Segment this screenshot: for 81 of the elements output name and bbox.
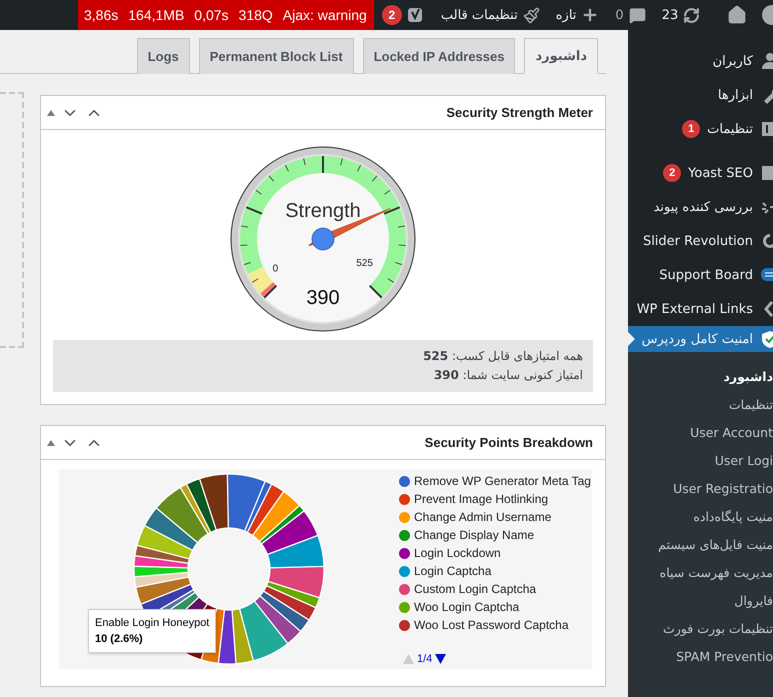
- gauge-max-label: 525: [356, 258, 373, 270]
- menu-label: Yoast SEO: [688, 166, 753, 180]
- tab[interactable]: Permanent Block List: [198, 38, 354, 74]
- submenu-item[interactable]: SPAM Preventio: [628, 642, 773, 670]
- tab[interactable]: Logs: [136, 38, 190, 74]
- gauge-label: Strength: [285, 200, 361, 222]
- gauge-min-label: 0: [272, 264, 278, 275]
- sidebar-item[interactable]: Support Board: [628, 258, 773, 292]
- submenu-item[interactable]: مدیریت فهرست سیاه: [628, 558, 773, 586]
- menu-label: Slider Revolution: [642, 234, 753, 248]
- tooltip-title: Enable Login Honeypot: [95, 616, 210, 631]
- yoast-menu[interactable]: 2: [374, 0, 433, 30]
- new-content-menu[interactable]: تازه: [548, 0, 608, 30]
- menu-label: امنیت کامل وردپرس: [642, 332, 753, 346]
- legend-label: Woo Lost Password Captcha: [414, 618, 569, 632]
- comment-icon: [628, 6, 646, 24]
- move-up-icon[interactable]: [47, 440, 55, 446]
- sidebar-item[interactable]: WP External Links: [628, 292, 773, 326]
- previous-page-icon: [403, 654, 414, 664]
- sidebar-item[interactable]: ابزارها: [628, 78, 773, 112]
- updates-menu[interactable]: 23: [654, 0, 708, 30]
- submenu-item[interactable]: تنظیمات: [628, 390, 773, 418]
- refresh-icon: [760, 231, 773, 251]
- submenu-item[interactable]: منیت فایل‌های سیستم: [628, 530, 773, 558]
- sidebar-item[interactable]: امنیت کامل وردپرس: [628, 326, 773, 352]
- submenu-item[interactable]: فایروال: [628, 586, 773, 614]
- shield-icon: [760, 329, 773, 349]
- sidebar-item[interactable]: بررسی کننده پیوند: [628, 190, 773, 224]
- gauge-hub: [312, 228, 334, 250]
- sidebar-item[interactable]: Slider Revolution: [628, 224, 773, 258]
- query-stat[interactable]: 3,86s: [84, 7, 118, 23]
- query-stat[interactable]: Ajax: warning: [282, 7, 367, 23]
- query-stat[interactable]: 318Q: [238, 7, 273, 23]
- tab[interactable]: داشبورد: [524, 38, 598, 74]
- comments-menu[interactable]: 0: [607, 0, 654, 30]
- legend-label: Custom Login Captcha: [414, 582, 536, 596]
- panel-title: Security Strength Meter: [446, 105, 593, 120]
- sidebar-item[interactable]: کاربران: [628, 44, 773, 78]
- submenu-item[interactable]: User Registratio: [628, 474, 773, 502]
- notification-badge: 2: [663, 164, 682, 182]
- submenu-item[interactable]: تنظیمات بورت فورث: [628, 614, 773, 642]
- menu-label: تنظیمات: [707, 122, 753, 136]
- menu-label: تنظیمات قالب: [440, 8, 518, 22]
- legend-label: Change Display Name: [414, 528, 534, 542]
- update-count: 23: [662, 8, 678, 22]
- legend-label: Remove WP Generator Meta Tag: [414, 474, 591, 488]
- next-page-button[interactable]: [435, 654, 446, 664]
- submenu-item[interactable]: User Logi: [628, 446, 773, 474]
- user-icon: [760, 51, 773, 71]
- menu-label: Support Board: [659, 268, 753, 282]
- submenu-item[interactable]: User Account: [628, 418, 773, 446]
- legend-label: Prevent Image Hotlinking: [414, 492, 548, 506]
- legend-label: Woo Login Captcha: [414, 600, 520, 614]
- sidebar-item[interactable]: 2 Yoast SEO: [628, 156, 773, 190]
- gauge-reading: 390: [306, 287, 340, 309]
- notification-badge: 2: [382, 5, 402, 25]
- comment-count: 0: [615, 8, 624, 22]
- legend-label: Login Captcha: [414, 564, 492, 578]
- menu-label: کاربران: [712, 54, 753, 68]
- move-up-icon[interactable]: [47, 110, 55, 116]
- legend-label: Login Lockdown: [414, 546, 501, 560]
- page-indicator: 1/4: [417, 653, 432, 665]
- tab[interactable]: Locked IP Addresses: [362, 38, 516, 74]
- query-stat[interactable]: 164,1MB: [128, 7, 184, 23]
- tooltip-value: 10 (2.6%): [95, 632, 144, 647]
- refresh-icon: [683, 6, 700, 24]
- menu-label: WP External Links: [636, 302, 753, 316]
- submenu-item[interactable]: داشبورد: [628, 362, 773, 390]
- theme-settings-menu[interactable]: تنظیمات قالب: [432, 0, 548, 30]
- plus-icon: [581, 6, 600, 24]
- menu-label: بررسی کننده پیوند: [654, 200, 753, 214]
- home-icon[interactable]: [727, 5, 747, 25]
- notification-badge: 1: [682, 120, 700, 138]
- paintbrush-icon: [522, 6, 540, 24]
- menu-label: تازه: [556, 8, 576, 22]
- menu-label: ابزارها: [718, 88, 753, 102]
- next-page-icon: [435, 654, 446, 664]
- legend-label: Change Admin Username: [414, 510, 552, 524]
- query-stat[interactable]: 0,07s: [194, 7, 229, 23]
- submenu-item[interactable]: منیت پایگاه‌داده: [628, 502, 773, 530]
- panel-title: Security Points Breakdown: [424, 435, 593, 450]
